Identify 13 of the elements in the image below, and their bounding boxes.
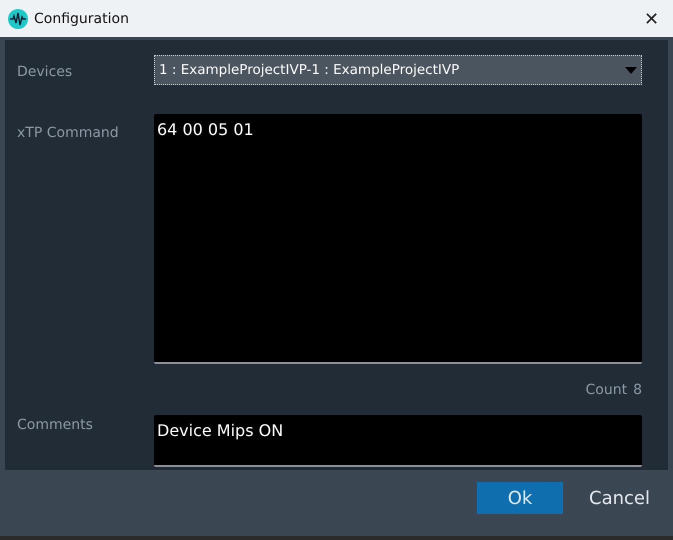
devices-label: Devices (17, 63, 74, 82)
waveform-logo-icon (8, 8, 28, 28)
ok-button[interactable]: Ok (477, 482, 563, 514)
count-value: 8 (633, 382, 642, 398)
command-label: xTP Command (17, 124, 120, 143)
caret-icon (625, 66, 637, 74)
command-field[interactable]: 64 00 05 01 (154, 114, 642, 364)
comments-label: Comments (17, 416, 94, 436)
comments-field[interactable]: Device Mips ON (154, 415, 642, 468)
count-label: Count (586, 382, 628, 398)
window-title: Configuration (34, 10, 130, 26)
devices-dropdown[interactable]: 1 : ExampleProjectIVP-1 : ExampleProjectIVP (154, 55, 642, 85)
close-button[interactable]: ✕ (638, 8, 665, 30)
